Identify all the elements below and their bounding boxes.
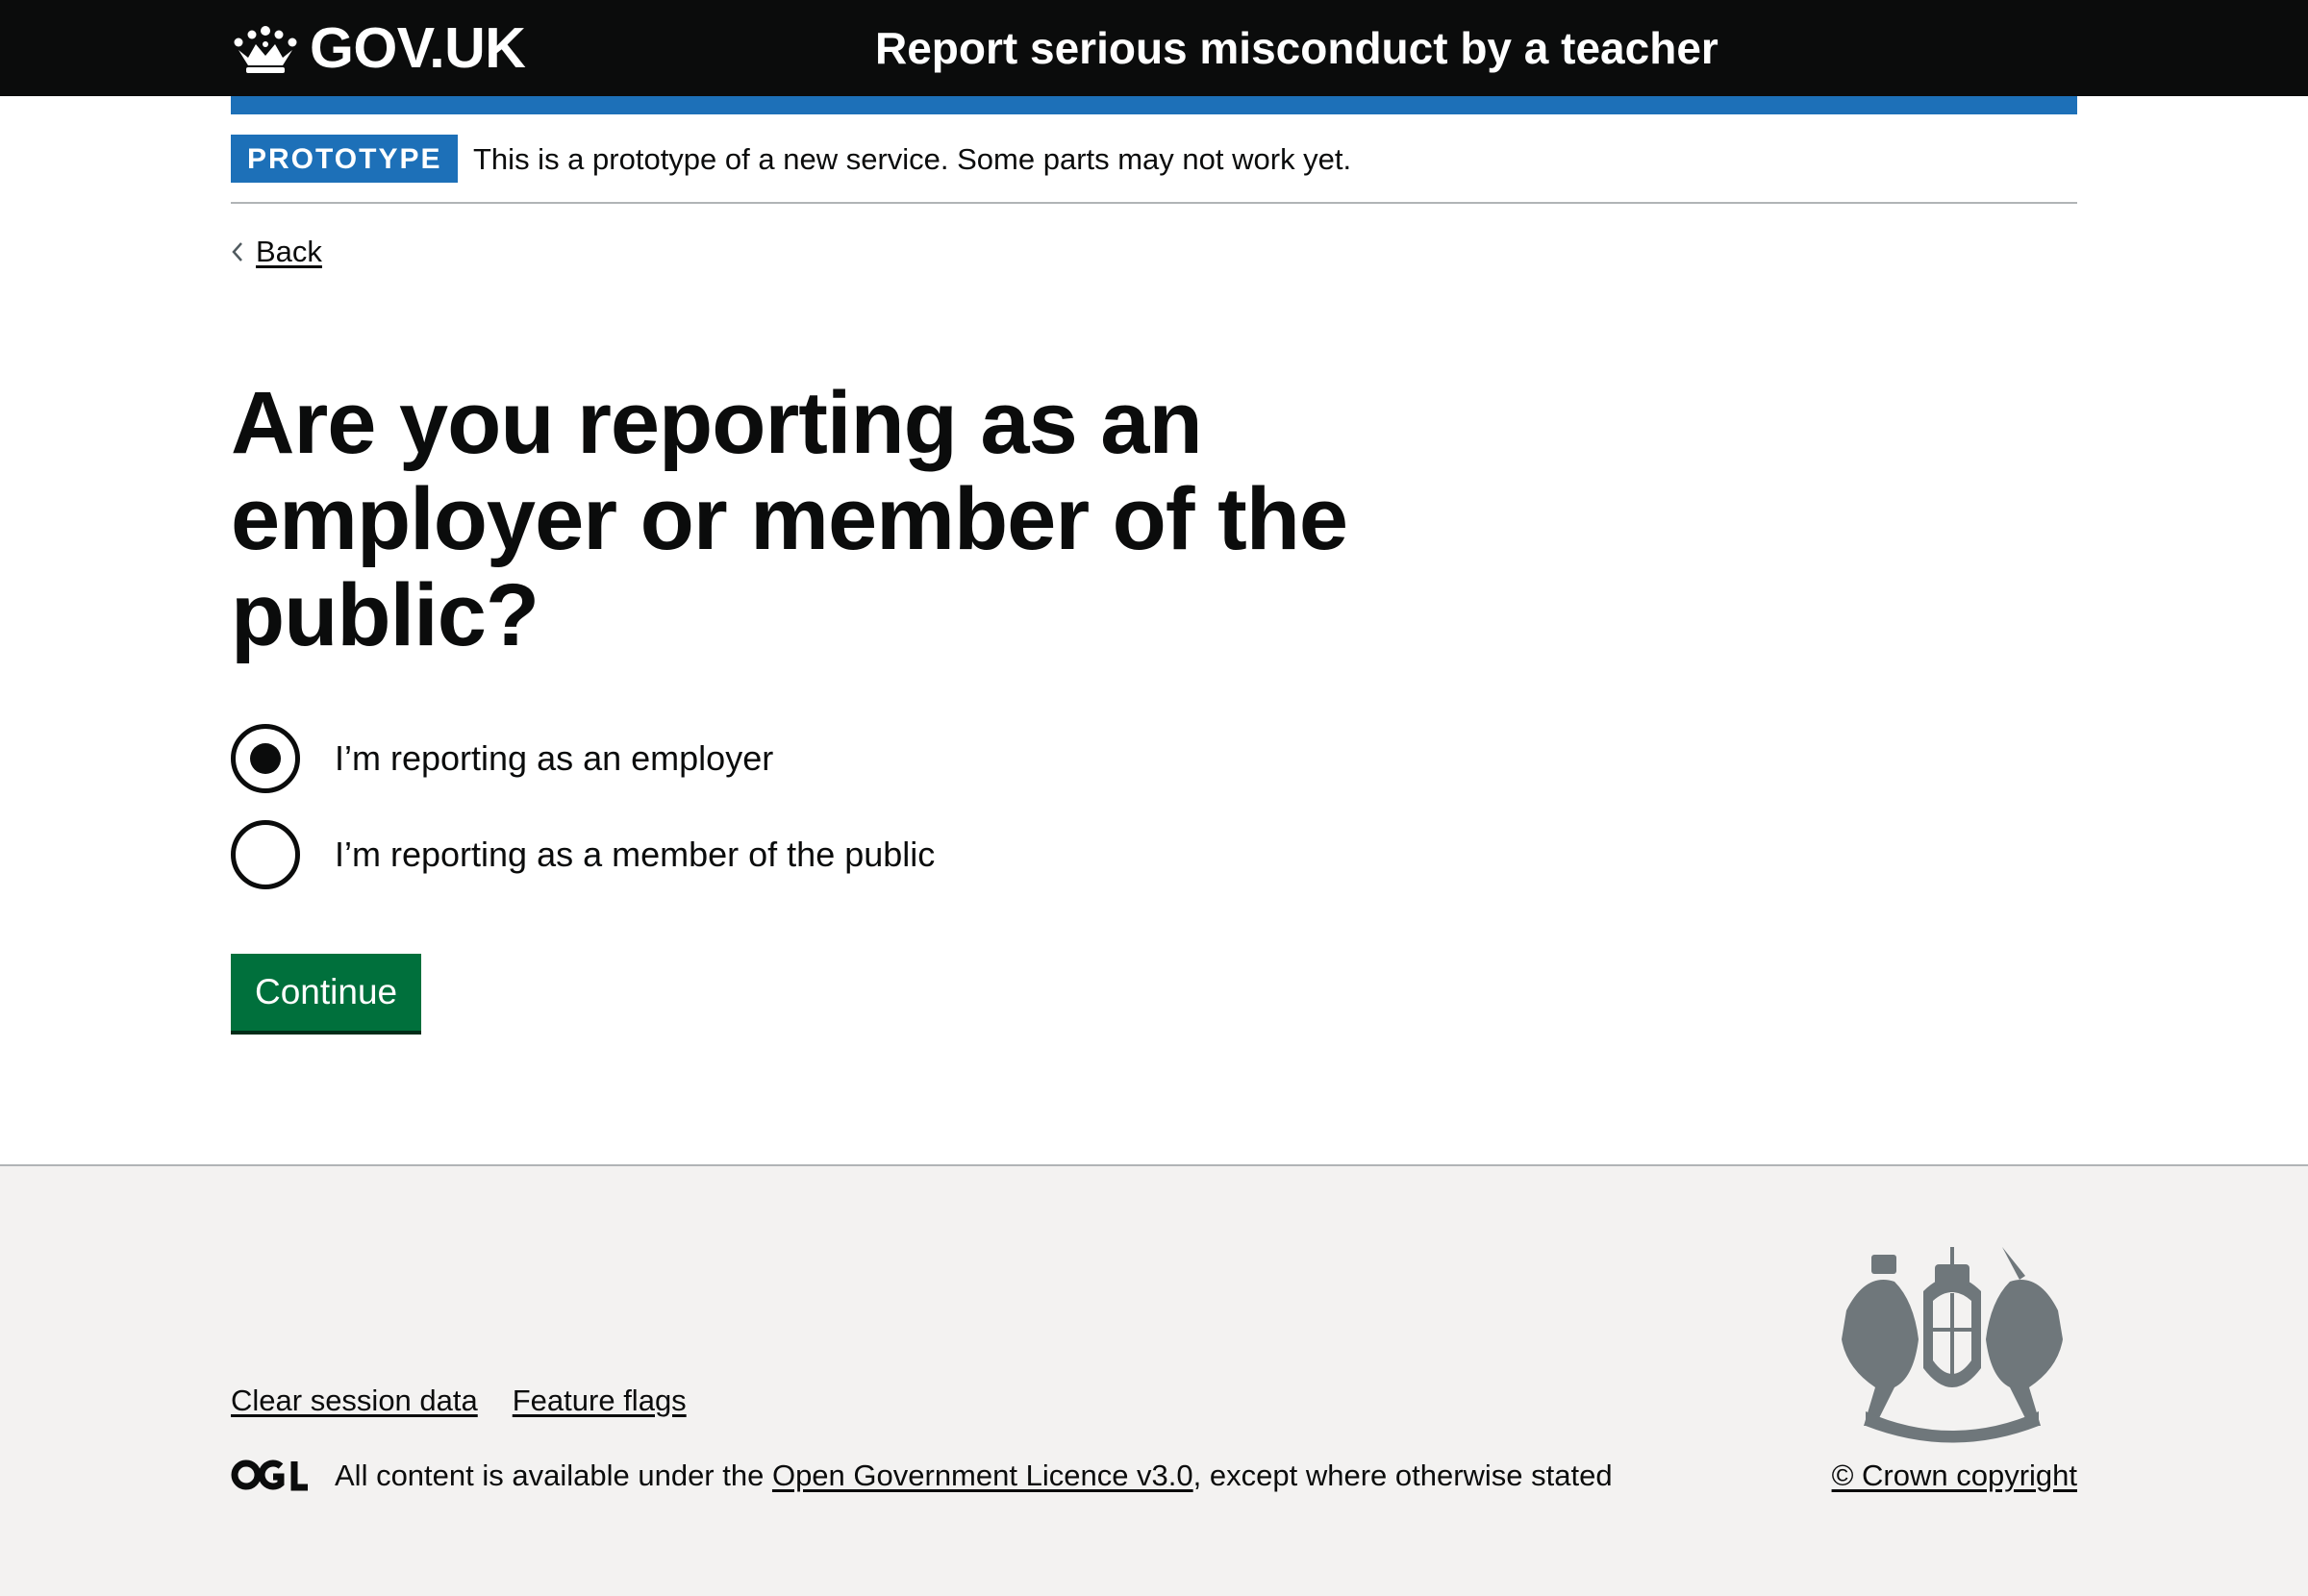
radio-button-selected[interactable] [231,724,300,793]
phase-banner: PROTOTYPE This is a prototype of a new s… [231,135,2077,204]
licence-suffix: , except where otherwise stated [1192,1459,1613,1492]
back-link[interactable]: Back [231,231,322,273]
radio-label-member-of-public[interactable]: I’m reporting as a member of the public [335,835,935,874]
header-blue-bar [231,96,2077,114]
chevron-left-icon [232,242,242,262]
radio-member-of-public[interactable]: I’m reporting as a member of the public [231,820,935,889]
clear-session-data-link[interactable]: Clear session data [231,1382,478,1420]
govuk-logo-link[interactable]: GOV.UK [231,16,526,80]
feature-flags-link[interactable]: Feature flags [513,1382,687,1420]
radio-selected-dot [250,743,281,774]
logo-text: GOV.UK [310,16,526,80]
site-header: GOV.UK Report serious misconduct by a te… [0,0,2308,96]
licence-text: All content is available under the Open … [335,1457,1613,1495]
ogl-logo-icon [231,1459,308,1491]
footer-links: Clear session data Feature flags [231,1382,687,1420]
site-footer: Clear session data Feature flags All con… [0,1164,2308,1596]
licence-prefix: All content is available under the [335,1459,772,1492]
back-link-label: Back [256,235,322,268]
phase-tag: PROTOTYPE [231,135,459,183]
royal-coat-of-arms-icon [1842,1247,2063,1443]
continue-button[interactable]: Continue [231,954,422,1031]
phase-banner-text: This is a prototype of a new service. So… [473,142,1352,176]
radio-label-employer[interactable]: I’m reporting as an employer [335,739,773,778]
page-heading: Are you reporting as an employer or memb… [231,374,1348,664]
radio-button-unselected[interactable] [231,820,300,889]
open-government-licence-link[interactable]: Open Government Licence v3.0 [772,1459,1193,1492]
radio-employer[interactable]: I’m reporting as an employer [231,724,773,793]
crown-copyright-link[interactable]: © Crown copyright [1832,1457,2077,1495]
crown-icon [234,26,297,73]
service-name-link[interactable]: Report serious misconduct by a teacher [875,19,1718,77]
